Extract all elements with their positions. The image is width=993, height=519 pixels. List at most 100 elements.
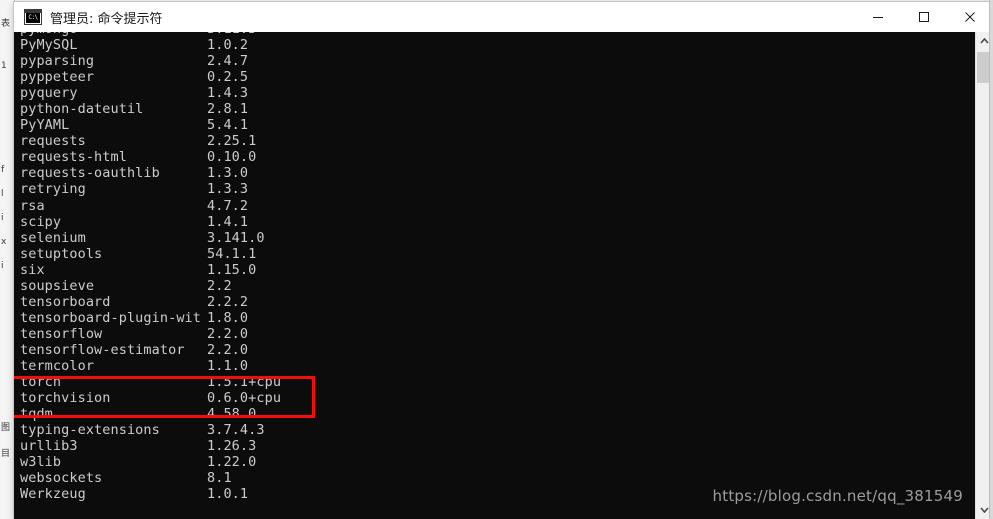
package-row: requests-html 0.10.0 <box>20 149 281 165</box>
chevron-up-icon <box>980 38 989 44</box>
package-name: websockets <box>20 470 103 487</box>
package-name: setuptools <box>20 245 103 262</box>
package-name: w3lib <box>20 454 62 471</box>
package-version: 1.22.0 <box>207 454 257 471</box>
package-row: pyppeteer 0.2.5 <box>20 69 281 85</box>
package-version: 1.0.2 <box>207 37 249 54</box>
package-row: six 1.15.0 <box>20 262 281 278</box>
package-version: 0.2.5 <box>207 69 249 86</box>
package-row: tqdm 4.58.0 <box>20 406 281 422</box>
package-name: torch <box>20 374 62 391</box>
package-name: pyquery <box>20 85 78 102</box>
package-row: w3lib 1.22.0 <box>20 454 281 470</box>
package-version: 1.26.3 <box>207 438 257 455</box>
package-name: requests-html <box>20 149 127 166</box>
package-name: six <box>20 261 45 278</box>
package-row: soupsieve 2.2 <box>20 278 281 294</box>
package-row: requests 2.25.1 <box>20 133 281 149</box>
minimize-icon <box>873 17 883 18</box>
package-name: tqdm <box>20 406 53 423</box>
background-text-fragment: 1 <box>1 61 7 71</box>
package-name: scipy <box>20 213 62 230</box>
package-name: torchvision <box>20 390 111 407</box>
package-name: tensorflow-estimator <box>20 341 185 358</box>
package-name: pyppeteer <box>20 69 95 86</box>
maximize-button[interactable] <box>901 2 947 32</box>
package-version: 5.4.1 <box>207 117 249 134</box>
close-button[interactable] <box>947 2 993 32</box>
package-name: soupsieve <box>20 277 95 294</box>
chevron-down-icon <box>980 507 989 513</box>
package-name: tensorboard-plugin-wit <box>20 309 202 326</box>
background-text-fragment: 图 <box>1 423 11 433</box>
package-version: 3.141.0 <box>207 229 265 246</box>
package-row: tensorflow 2.2.0 <box>20 326 281 342</box>
background-text-fragment: 目 <box>1 449 11 459</box>
package-name: Werkzeug <box>20 486 86 503</box>
package-row: pyparsing 2.4.7 <box>20 53 281 69</box>
package-row: websockets 8.1 <box>20 470 281 486</box>
package-name: selenium <box>20 229 86 246</box>
background-text-fragment: l <box>1 189 4 199</box>
package-name: urllib3 <box>20 438 78 455</box>
package-row: scipy 1.4.1 <box>20 214 281 230</box>
package-version: 1.1.0 <box>207 357 249 374</box>
package-version: 1.3.0 <box>207 165 249 182</box>
package-name: tensorboard <box>20 293 111 310</box>
package-name: rsa <box>20 197 45 214</box>
window-controls <box>855 2 993 32</box>
package-row: pyquery 1.4.3 <box>20 85 281 101</box>
package-row: urllib3 1.26.3 <box>20 438 281 454</box>
package-version: 4.7.2 <box>207 197 249 214</box>
package-row: PyYAML 5.4.1 <box>20 117 281 133</box>
package-row: rsa 4.7.2 <box>20 198 281 214</box>
package-version: 2.25.1 <box>207 133 257 150</box>
package-name: retrying <box>20 181 86 198</box>
csdn-watermark: https://blog.csdn.net/qq_381549 <box>712 487 963 505</box>
background-text-fragment: 表 <box>1 19 11 29</box>
maximize-icon <box>919 12 929 22</box>
package-version: 1.3.3 <box>207 181 249 198</box>
package-version: 1.4.1 <box>207 213 249 230</box>
package-name: requests-oauthlib <box>20 165 160 182</box>
background-text-fragment: x <box>1 237 7 247</box>
window-title-bar[interactable]: 管理员: 命令提示符 <box>14 2 993 32</box>
package-name: PyYAML <box>20 117 70 134</box>
package-version: 0.10.0 <box>207 149 257 166</box>
package-row: setuptools 54.1.1 <box>20 246 281 262</box>
package-name: pyparsing <box>20 53 95 70</box>
package-row: python-dateutil 2.8.1 <box>20 101 281 117</box>
window-right-frame-edge <box>989 0 993 519</box>
window-title: 管理员: 命令提示符 <box>50 11 163 27</box>
package-version: 2.8.1 <box>207 101 249 118</box>
package-row: torch 1.5.1+cpu <box>20 374 281 390</box>
package-name: typing-extensions <box>20 422 160 439</box>
minimize-button[interactable] <box>855 2 901 32</box>
package-version: 2.2 <box>207 277 232 294</box>
package-version: 2.2.2 <box>207 293 249 310</box>
package-name: termcolor <box>20 357 95 374</box>
package-row: retrying 1.3.3 <box>20 181 281 197</box>
package-version: 0.6.0+cpu <box>207 390 282 407</box>
package-name: requests <box>20 133 86 150</box>
command-prompt-window: 管理员: 命令提示符 <box>14 2 993 519</box>
background-text-fragment: i <box>1 261 4 271</box>
package-version: 1.15.0 <box>207 261 257 278</box>
pip-list-output: pymongo3.11.3PyMySQL1.0.2pyparsing2.4.7p… <box>20 32 281 502</box>
package-row: requests-oauthlib 1.3.0 <box>20 165 281 181</box>
package-row: typing-extensions 3.7.4.3 <box>20 422 281 438</box>
package-row: termcolor 1.1.0 <box>20 358 281 374</box>
package-row: tensorboard 2.2.2 <box>20 294 281 310</box>
package-version: 1.5.1+cpu <box>207 374 282 391</box>
terminal-output[interactable]: pymongo3.11.3PyMySQL1.0.2pyparsing2.4.7p… <box>14 32 975 519</box>
cmd-icon <box>24 9 42 25</box>
package-version: 1.8.0 <box>207 309 249 326</box>
desktop-background: 表 1 f l i x i 图目 管理员: 命令提示符 <box>0 0 993 519</box>
background-text-fragment: f <box>1 165 5 175</box>
package-version: 54.1.1 <box>207 245 257 262</box>
package-version: 2.4.7 <box>207 53 249 70</box>
package-row: PyMySQL 1.0.2 <box>20 37 281 53</box>
package-row: torchvision 0.6.0+cpu <box>20 390 281 406</box>
package-row: selenium 3.141.0 <box>20 230 281 246</box>
package-name: tensorflow <box>20 325 103 342</box>
